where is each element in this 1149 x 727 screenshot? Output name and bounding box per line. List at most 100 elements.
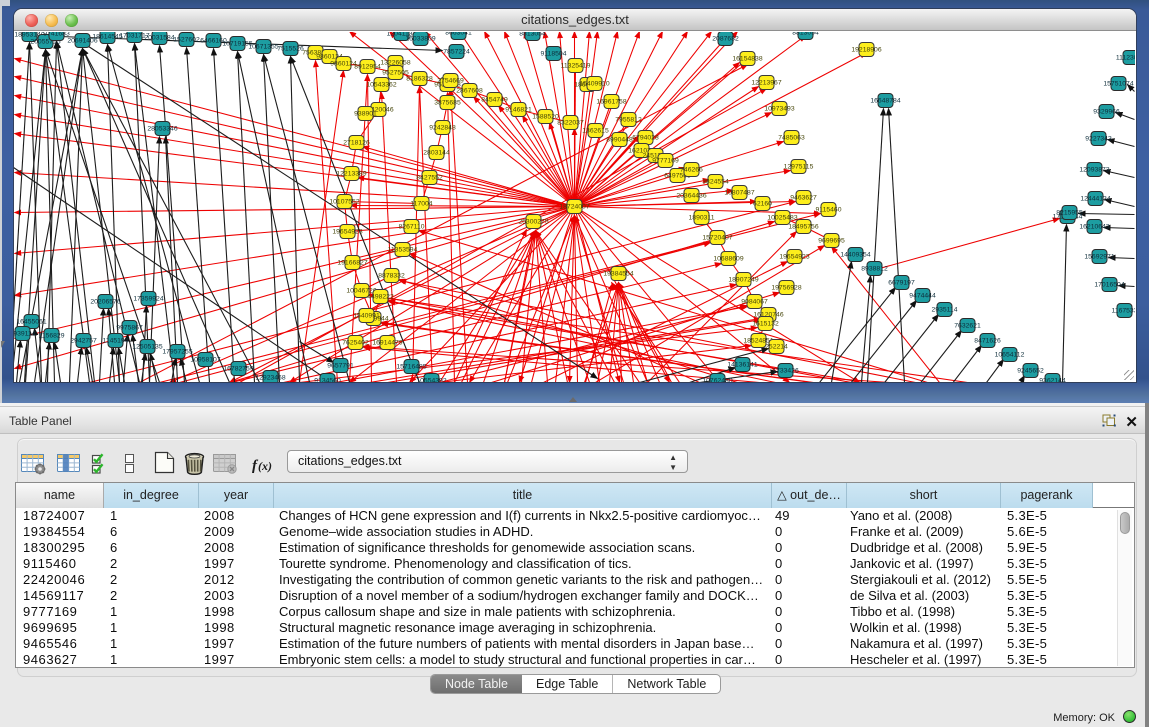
svg-text:10958107: 10958107 bbox=[190, 357, 220, 364]
svg-text:9134560: 9134560 bbox=[314, 378, 341, 382]
svg-text:9146821: 9146821 bbox=[505, 107, 532, 114]
svg-text:8427552: 8427552 bbox=[416, 175, 443, 182]
svg-text:8267110: 8267110 bbox=[399, 224, 425, 231]
svg-text:9118504: 9118504 bbox=[541, 51, 567, 58]
svg-text:2867608: 2867608 bbox=[456, 88, 483, 95]
svg-text:14409354: 14409354 bbox=[840, 252, 870, 259]
svg-text:9463627: 9463627 bbox=[790, 195, 817, 202]
svg-text:10025483: 10025483 bbox=[767, 215, 797, 222]
svg-text:8186328: 8186328 bbox=[406, 76, 433, 83]
svg-text:9474444: 9474444 bbox=[909, 293, 936, 300]
svg-text:9860124: 9860124 bbox=[330, 61, 357, 68]
svg-text:1615132: 1615132 bbox=[752, 321, 779, 328]
svg-text:17359924: 17359924 bbox=[133, 296, 163, 303]
svg-text:12444134: 12444134 bbox=[1080, 196, 1110, 203]
svg-text:9777169: 9777169 bbox=[652, 158, 679, 165]
svg-text:20364436: 20364436 bbox=[676, 193, 706, 200]
svg-text:10973493: 10973493 bbox=[764, 106, 794, 113]
svg-text:1362615: 1362615 bbox=[582, 128, 609, 135]
svg-text:8990448: 8990448 bbox=[606, 137, 633, 144]
svg-text:28053346: 28053346 bbox=[147, 126, 177, 133]
svg-text:19756928: 19756928 bbox=[771, 285, 801, 292]
svg-text:15409910: 15409910 bbox=[579, 81, 609, 88]
svg-text:7955812: 7955812 bbox=[615, 117, 642, 124]
svg-text:8663041: 8663041 bbox=[445, 32, 472, 37]
svg-text:10654112: 10654112 bbox=[995, 352, 1025, 359]
svg-text:16961758: 16961758 bbox=[596, 99, 626, 106]
svg-text:1588520: 1588520 bbox=[532, 114, 559, 121]
svg-text:8912954: 8912954 bbox=[354, 64, 381, 71]
svg-text:3875685: 3875685 bbox=[434, 100, 461, 107]
svg-text:19166827: 19166827 bbox=[337, 260, 367, 267]
svg-text:9115460: 9115460 bbox=[816, 207, 842, 214]
svg-text:18907249: 18907249 bbox=[728, 277, 758, 284]
svg-text:19384554: 19384554 bbox=[603, 271, 633, 278]
svg-text:17016504: 17016504 bbox=[1094, 282, 1124, 289]
svg-text:9245652: 9245652 bbox=[1017, 368, 1044, 375]
svg-text:7857224: 7857224 bbox=[443, 49, 470, 56]
svg-text:9699695: 9699695 bbox=[818, 238, 845, 245]
svg-text:1540991: 1540991 bbox=[353, 313, 380, 320]
svg-text:12213389: 12213389 bbox=[336, 171, 366, 178]
svg-text:8878332: 8878332 bbox=[378, 273, 405, 280]
svg-text:19218906: 19218906 bbox=[851, 47, 881, 54]
svg-text:11353594: 11353594 bbox=[388, 247, 418, 254]
svg-text:10688609: 10688609 bbox=[713, 256, 743, 263]
svg-text:18724007: 18724007 bbox=[559, 204, 589, 211]
svg-text:2754669: 2754669 bbox=[437, 78, 464, 85]
svg-text:2087682: 2087682 bbox=[712, 36, 739, 43]
svg-text:2942757: 2942757 bbox=[70, 338, 97, 345]
svg-text:8471626: 8471626 bbox=[974, 338, 1001, 345]
svg-text:746266: 746266 bbox=[680, 167, 703, 174]
svg-text:7515526: 7515526 bbox=[277, 46, 304, 53]
svg-text:10807487: 10807487 bbox=[724, 190, 754, 197]
svg-text:18614545: 18614545 bbox=[92, 34, 122, 41]
svg-text:8215955: 8215955 bbox=[1056, 210, 1083, 217]
svg-text:9242848: 9242848 bbox=[429, 125, 456, 132]
svg-text:12213967: 12213967 bbox=[751, 80, 781, 87]
svg-text:7632621: 7632621 bbox=[954, 323, 981, 330]
svg-text:938901: 938901 bbox=[354, 111, 377, 118]
svg-text:16914479: 16914479 bbox=[372, 340, 402, 347]
svg-text:2803144: 2803144 bbox=[423, 150, 450, 157]
svg-text:10107552: 10107552 bbox=[329, 199, 359, 206]
svg-text:10543362: 10543362 bbox=[366, 82, 396, 89]
svg-text:8939114: 8939114 bbox=[14, 331, 36, 338]
svg-text:117004: 117004 bbox=[410, 201, 432, 208]
svg-text:9975867: 9975867 bbox=[116, 325, 143, 332]
svg-text:12975115: 12975115 bbox=[784, 164, 814, 171]
svg-text:8454749: 8454749 bbox=[481, 97, 508, 104]
svg-text:16455061: 16455061 bbox=[16, 319, 46, 326]
svg-text:252214: 252214 bbox=[765, 344, 788, 351]
svg-text:15692971: 15692971 bbox=[1084, 254, 1114, 261]
svg-text:8938812: 8938812 bbox=[861, 266, 888, 273]
svg-text:18495756: 18495756 bbox=[788, 224, 818, 231]
svg-text:9362144: 9362144 bbox=[1039, 378, 1066, 382]
svg-text:1733426: 1733426 bbox=[772, 368, 799, 375]
svg-text:2718126: 2718126 bbox=[343, 140, 370, 147]
svg-text:62160: 62160 bbox=[753, 201, 772, 208]
svg-text:8813054: 8813054 bbox=[792, 32, 819, 37]
svg-text:11123059: 11123059 bbox=[1116, 55, 1135, 62]
svg-text:14136141: 14136141 bbox=[727, 362, 757, 369]
svg-text:7625402: 7625402 bbox=[342, 340, 369, 347]
svg-text:4498222: 4498222 bbox=[367, 294, 394, 301]
svg-text:3824554: 3824554 bbox=[702, 179, 729, 186]
svg-text:16033809: 16033809 bbox=[405, 36, 435, 43]
svg-text:19654923: 19654923 bbox=[332, 229, 362, 236]
svg-text:11325419: 11325419 bbox=[561, 63, 591, 70]
svg-text:7485063: 7485063 bbox=[778, 135, 805, 142]
svg-text:9329966: 9329966 bbox=[1093, 109, 1120, 116]
svg-text:12093873: 12093873 bbox=[1079, 167, 1109, 174]
svg-text:12923468: 12923468 bbox=[255, 375, 285, 382]
svg-text:16648784: 16648784 bbox=[870, 98, 900, 105]
svg-text:1156829: 1156829 bbox=[39, 333, 65, 340]
svg-text:19654923: 19654923 bbox=[779, 254, 809, 261]
svg-text:8813054: 8813054 bbox=[519, 32, 546, 38]
svg-text:20206576: 20206576 bbox=[90, 299, 120, 306]
svg-text:2935114: 2935114 bbox=[932, 307, 958, 314]
svg-text:1890311: 1890311 bbox=[689, 215, 715, 222]
svg-text:9657791: 9657791 bbox=[327, 363, 354, 370]
svg-text:20031584: 20031584 bbox=[144, 35, 174, 42]
svg-text:15716485: 15716485 bbox=[396, 364, 426, 371]
